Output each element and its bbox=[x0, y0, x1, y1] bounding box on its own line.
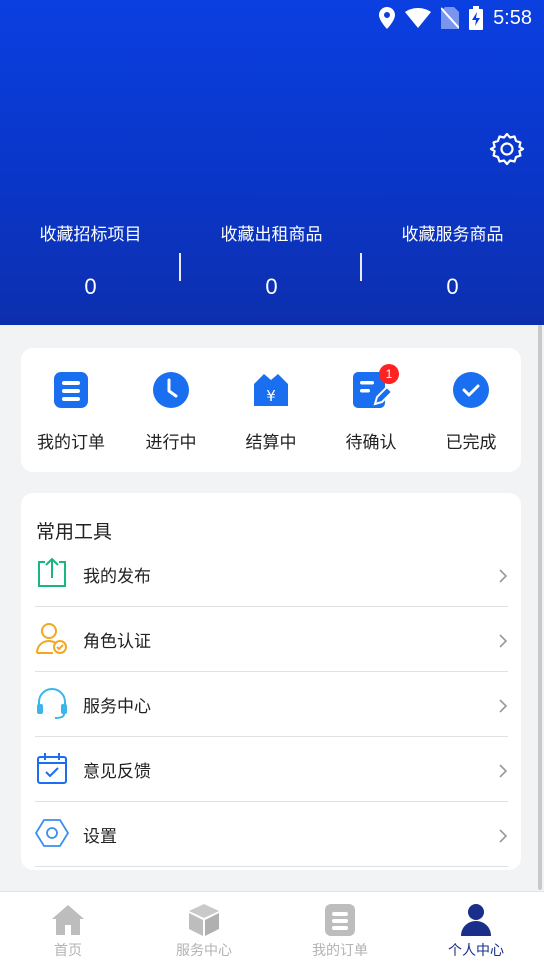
stat-value: 0 bbox=[265, 274, 278, 299]
tab-my-orders[interactable]: 我的订单 bbox=[272, 892, 408, 967]
order-settling[interactable]: ¥ 结算中 bbox=[221, 348, 321, 472]
stat-label: 收藏服务商品 bbox=[401, 225, 504, 245]
order-label: 结算中 bbox=[245, 433, 297, 453]
stat-divider bbox=[360, 253, 362, 281]
box-icon bbox=[189, 904, 219, 936]
tools-card: 常用工具 我的发布 角色认证 服务中心 意见反馈 设置 bbox=[21, 493, 521, 870]
order-pending-confirm[interactable]: 1 待确认 bbox=[321, 348, 421, 472]
tool-settings[interactable]: 设置 bbox=[35, 802, 508, 867]
status-bar: 5:58 bbox=[0, 0, 544, 40]
scrollbar[interactable] bbox=[538, 325, 542, 890]
settings-gear-icon[interactable] bbox=[489, 131, 525, 167]
no-sim-icon bbox=[441, 7, 460, 29]
stat-label: 收藏出租商品 bbox=[220, 225, 323, 245]
stat-rental-goods[interactable]: 收藏出租商品 0 bbox=[181, 220, 362, 300]
order-label: 我的订单 bbox=[37, 433, 105, 453]
tool-label: 设置 bbox=[83, 827, 117, 847]
upload-icon bbox=[38, 558, 66, 587]
battery-charging-icon bbox=[469, 6, 484, 30]
tool-label: 我的发布 bbox=[83, 567, 151, 587]
bottom-tab-bar: 首页 服务中心 我的订单 个人中心 bbox=[0, 891, 544, 967]
tab-label: 个人中心 bbox=[448, 943, 504, 959]
order-label: 已完成 bbox=[445, 433, 497, 453]
order-completed[interactable]: 已完成 bbox=[421, 348, 521, 472]
svg-text:¥: ¥ bbox=[266, 387, 276, 405]
user-verify-icon bbox=[36, 623, 67, 654]
stat-service-goods[interactable]: 收藏服务商品 0 bbox=[362, 220, 543, 300]
yuan-wallet-icon: ¥ bbox=[254, 374, 288, 406]
order-all[interactable]: 我的订单 bbox=[21, 348, 121, 472]
order-label: 待确认 bbox=[345, 433, 397, 453]
order-icon bbox=[325, 904, 355, 936]
headset-icon bbox=[37, 688, 67, 719]
profile-header: 5:58 收藏招标项目 0 收藏出租商品 0 收藏服务商品 0 bbox=[0, 0, 544, 325]
person-icon bbox=[461, 904, 491, 936]
pending-count-badge: 1 bbox=[379, 364, 399, 384]
chevron-right-icon bbox=[499, 764, 508, 778]
tool-label: 角色认证 bbox=[83, 632, 151, 652]
chevron-right-icon bbox=[499, 634, 508, 648]
tool-feedback[interactable]: 意见反馈 bbox=[35, 737, 508, 802]
check-circle-icon bbox=[453, 372, 489, 408]
tab-label: 我的订单 bbox=[312, 943, 368, 959]
stat-value: 0 bbox=[84, 274, 97, 299]
location-icon bbox=[379, 7, 396, 29]
chevron-right-icon bbox=[499, 829, 508, 843]
tab-personal-center[interactable]: 个人中心 bbox=[408, 892, 544, 967]
tab-service-center[interactable]: 服务中心 bbox=[136, 892, 272, 967]
tab-label: 首页 bbox=[54, 943, 82, 959]
stat-divider bbox=[179, 253, 181, 281]
wifi-icon bbox=[405, 8, 432, 28]
order-in-progress[interactable]: 进行中 bbox=[121, 348, 221, 472]
tool-service-center[interactable]: 服务中心 bbox=[35, 672, 508, 737]
stat-value: 0 bbox=[446, 274, 459, 299]
stat-label: 收藏招标项目 bbox=[39, 225, 142, 245]
stat-bid-projects[interactable]: 收藏招标项目 0 bbox=[0, 220, 181, 300]
pending-icon-wrap: 1 bbox=[351, 364, 399, 410]
tab-home[interactable]: 首页 bbox=[0, 892, 136, 967]
calendar-check-icon bbox=[37, 753, 67, 784]
tool-role-verify[interactable]: 角色认证 bbox=[35, 607, 508, 672]
status-time: 5:58 bbox=[493, 6, 532, 29]
order-list-icon bbox=[54, 372, 88, 408]
chevron-right-icon bbox=[499, 699, 508, 713]
home-icon bbox=[52, 905, 84, 935]
clock-icon bbox=[153, 372, 189, 408]
favorites-stats: 收藏招标项目 0 收藏出租商品 0 收藏服务商品 0 bbox=[0, 220, 544, 310]
tab-label: 服务中心 bbox=[176, 943, 232, 959]
orders-card: 我的订单 进行中 ¥ 结算中 1 待确认 已完成 bbox=[21, 348, 521, 472]
order-label: 进行中 bbox=[145, 433, 197, 453]
hexagon-settings-icon bbox=[35, 819, 69, 847]
tools-title: 常用工具 bbox=[36, 521, 113, 543]
tool-my-posts[interactable]: 我的发布 bbox=[35, 542, 508, 607]
tool-label: 服务中心 bbox=[83, 697, 151, 717]
chevron-right-icon bbox=[499, 569, 508, 583]
tool-label: 意见反馈 bbox=[83, 762, 151, 782]
